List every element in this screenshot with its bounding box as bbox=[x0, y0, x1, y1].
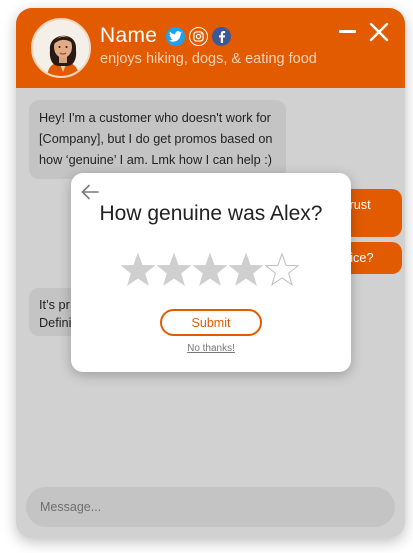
message-input[interactable] bbox=[26, 487, 395, 527]
star-empty-icon[interactable] bbox=[264, 252, 300, 286]
message-line: Hey! I'm a customer who doesn't work for bbox=[39, 111, 271, 125]
message-input-bar bbox=[26, 487, 395, 527]
star-filled-icon[interactable] bbox=[120, 252, 156, 286]
minimize-icon[interactable] bbox=[339, 30, 356, 33]
message-line: [Company], but I do get promos based on bbox=[39, 132, 273, 146]
social-links bbox=[166, 27, 231, 46]
chat-header: Name enjoys hiking, dogs, & eating food bbox=[16, 8, 405, 88]
avatar bbox=[31, 18, 91, 78]
person-avatar-illustration bbox=[33, 20, 89, 76]
rating-modal: How genuine was Alex? Submit No thanks! bbox=[71, 173, 351, 372]
instagram-icon[interactable] bbox=[189, 27, 208, 46]
agent-tagline: enjoys hiking, dogs, & eating food bbox=[100, 51, 317, 67]
star-filled-icon[interactable] bbox=[156, 252, 192, 286]
facebook-icon[interactable] bbox=[212, 27, 231, 46]
twitter-icon[interactable] bbox=[166, 27, 185, 46]
star-filled-icon[interactable] bbox=[228, 252, 264, 286]
no-thanks-link[interactable]: No thanks! bbox=[71, 343, 351, 354]
submit-button[interactable]: Submit bbox=[160, 309, 262, 336]
agent-name: Name bbox=[100, 24, 158, 47]
message-line: how ‘genuine’ I am. Lmk how I can help :… bbox=[39, 153, 272, 167]
star-filled-icon[interactable] bbox=[192, 252, 228, 286]
back-arrow-icon[interactable] bbox=[81, 184, 99, 200]
rating-title: How genuine was Alex? bbox=[99, 202, 323, 225]
close-icon[interactable] bbox=[368, 21, 390, 43]
star-rating bbox=[120, 252, 300, 286]
incoming-message: Hey! I'm a customer who doesn't work for… bbox=[29, 100, 286, 179]
